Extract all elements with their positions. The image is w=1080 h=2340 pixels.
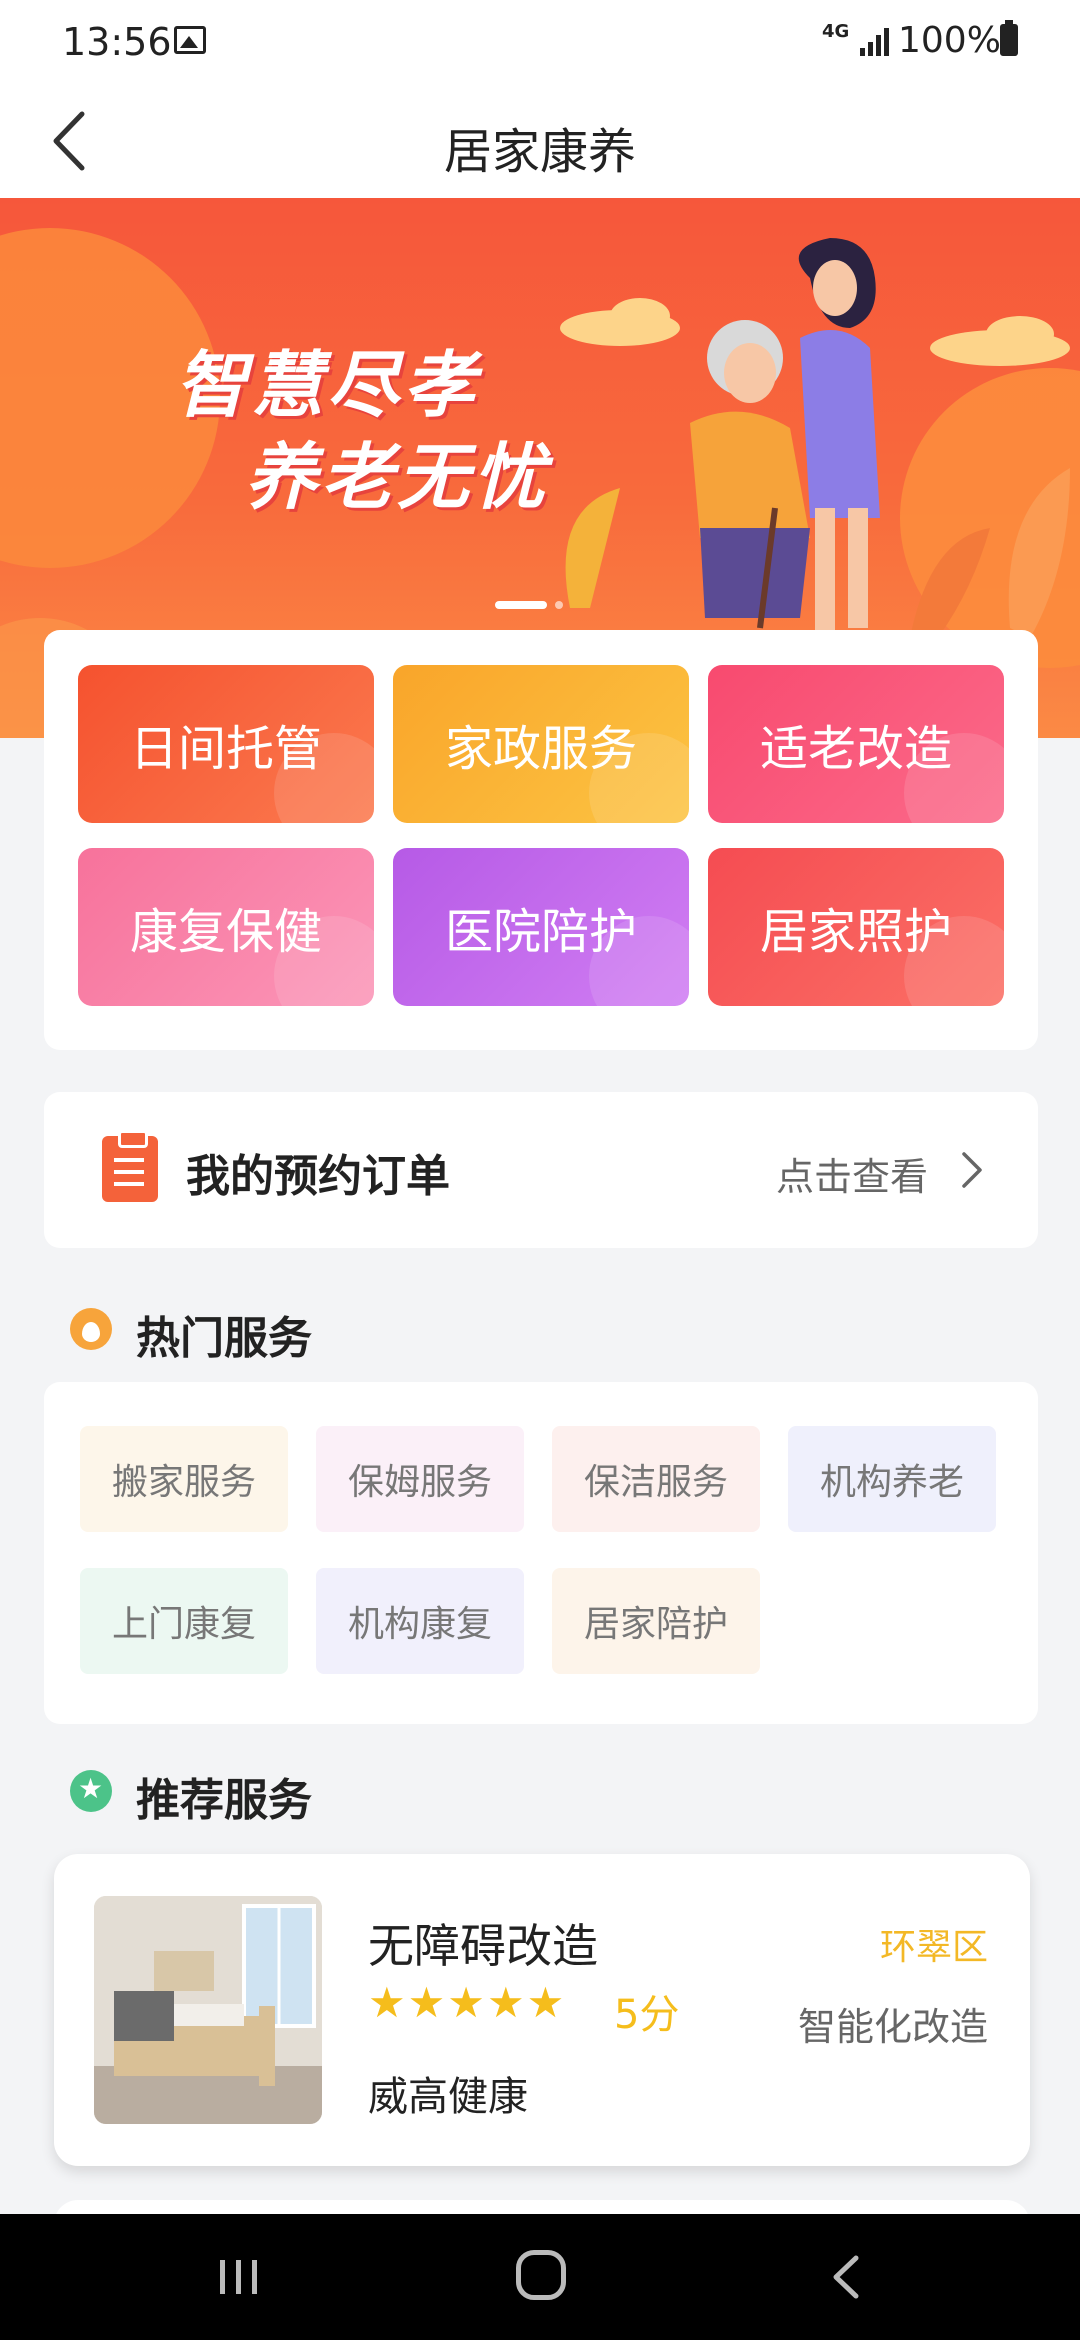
service-tag-nanny[interactable]: 保姆服务 <box>316 1426 524 1532</box>
service-tag-home-companion[interactable]: 居家陪护 <box>552 1568 760 1674</box>
service-tag-institutional-rehab[interactable]: 机构康复 <box>316 1568 524 1674</box>
category-rehabilitation[interactable]: 康复保健 <box>78 848 374 1006</box>
recommended-service-card[interactable]: 无障碍改造 ★★★★★ 5分 威高健康 环翠区 智能化改造 <box>54 1854 1030 2166</box>
service-tag-institutional-care[interactable]: 机构养老 <box>788 1426 996 1532</box>
signal-icon <box>860 28 889 56</box>
category-grid: 日间托管 家政服务 适老改造 康复保健 医院陪护 居家照护 <box>44 630 1038 1050</box>
category-home-care[interactable]: 居家照护 <box>708 848 1004 1006</box>
service-name: 无障碍改造 <box>368 1919 598 1973</box>
my-orders-title: 我的预约订单 <box>186 1151 450 1202</box>
system-navigation-bar <box>0 2214 1080 2340</box>
my-orders-row[interactable]: 我的预约订单 点击查看 <box>44 1092 1038 1248</box>
network-type: 4G <box>822 21 850 42</box>
carousel-dot-active <box>495 601 547 609</box>
category-elder-friendly-renovation[interactable]: 适老改造 <box>708 665 1004 823</box>
image-notification-icon <box>174 26 206 54</box>
clipboard-icon <box>102 1130 158 1202</box>
district-label: 环翠区 <box>879 1927 988 1968</box>
home-icon[interactable] <box>516 2250 566 2300</box>
rating-score: 5分 <box>614 1992 680 2038</box>
page-title: 居家康养 <box>443 124 636 180</box>
category-housekeeping[interactable]: 家政服务 <box>393 665 689 823</box>
hot-services-title: 热门服务 <box>136 1313 312 1364</box>
chevron-right-icon[interactable] <box>956 1148 986 1192</box>
back-button[interactable] <box>40 106 110 176</box>
service-tag-home-rehab[interactable]: 上门康复 <box>80 1568 288 1674</box>
carousel-dot[interactable] <box>555 601 563 609</box>
flame-icon <box>70 1308 112 1350</box>
recommended-title: 推荐服务 <box>136 1775 312 1826</box>
status-time: 13:56 <box>62 20 172 64</box>
category-day-care[interactable]: 日间托管 <box>78 665 374 823</box>
service-provider: 威高健康 <box>368 2074 528 2120</box>
service-thumbnail <box>94 1896 322 2124</box>
status-bar: 13:56 4G 100% <box>0 0 1080 84</box>
banner-subheadline: 养老无忧 <box>245 435 550 519</box>
recent-apps-icon[interactable] <box>214 2252 264 2302</box>
battery-level: 100% <box>898 20 1001 61</box>
carousel-indicator <box>495 601 585 611</box>
view-orders-link[interactable]: 点击查看 <box>776 1146 928 1201</box>
hot-services-list: 搬家服务 保姆服务 保洁服务 机构养老 上门康复 机构康复 居家陪护 <box>44 1382 1038 1724</box>
service-tag-cleaning[interactable]: 保洁服务 <box>552 1426 760 1532</box>
category-hospital-escort[interactable]: 医院陪护 <box>393 848 689 1006</box>
service-tag-moving[interactable]: 搬家服务 <box>80 1426 288 1532</box>
rating-stars: ★★★★★ <box>368 1978 567 2027</box>
system-back-icon[interactable] <box>826 2252 866 2302</box>
banner-headline: 智慧尽孝 <box>175 343 480 427</box>
nav-bar: 居家康养 <box>0 84 1080 198</box>
battery-icon <box>1000 20 1018 56</box>
star-badge-icon <box>70 1770 112 1812</box>
service-type: 智能化改造 <box>797 2005 988 2049</box>
